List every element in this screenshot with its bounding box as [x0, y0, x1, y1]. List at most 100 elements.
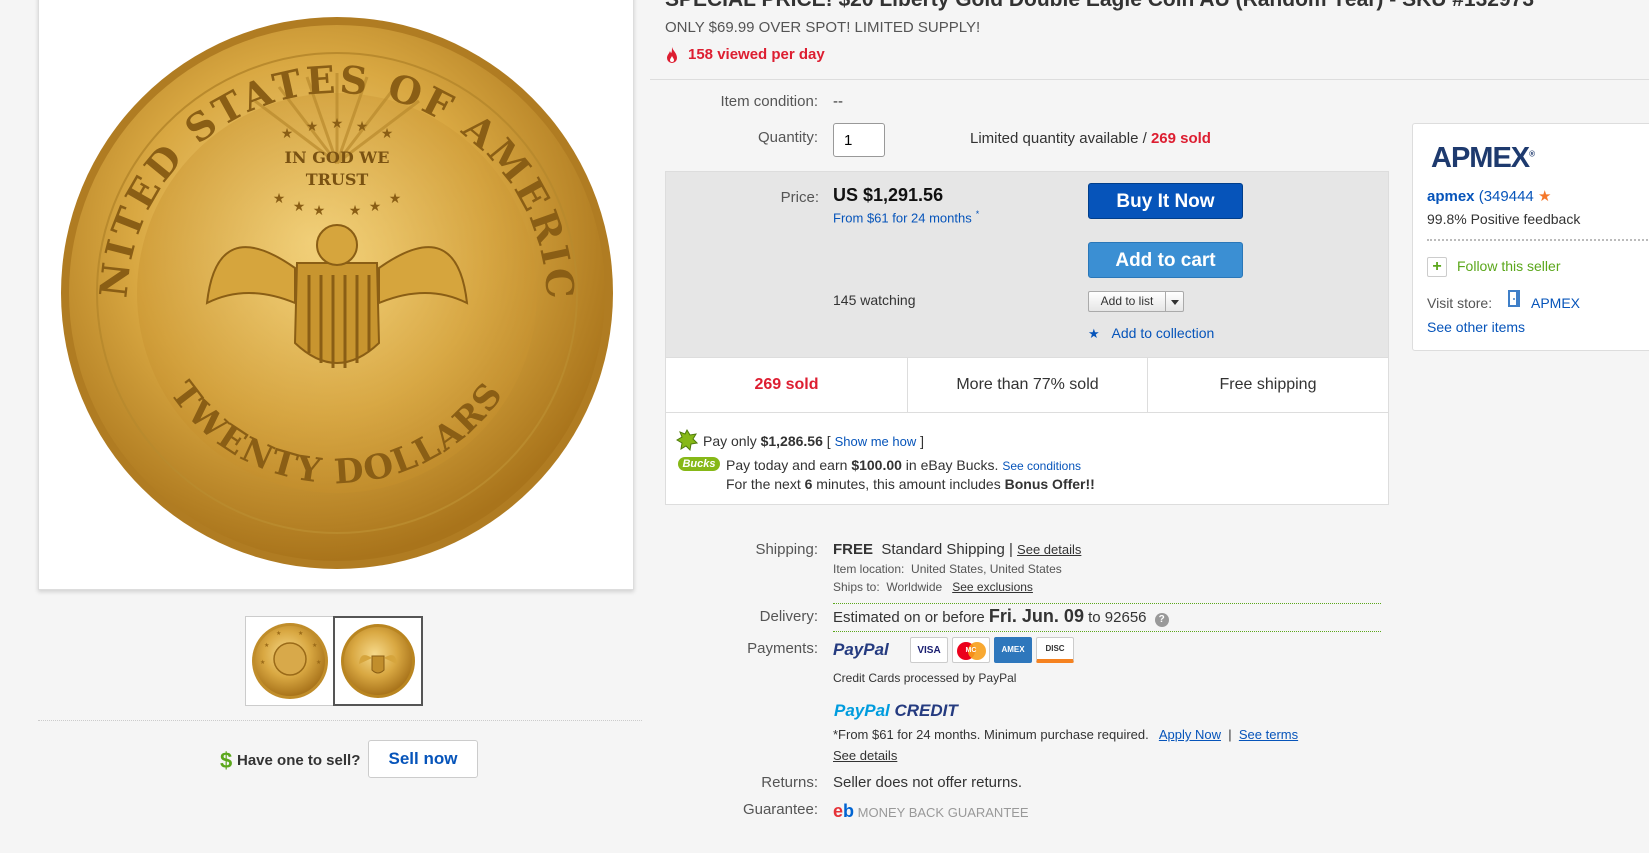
svg-text:★: ★ [260, 659, 265, 666]
ebay-logo-icon: e [833, 801, 844, 821]
pay-only-prefix: Pay only [703, 433, 761, 449]
coin-obverse-thumbnail: ★ ★ ★ ★ ★ ★ [252, 623, 328, 699]
shipping-value: FREE Standard Shipping | See details [833, 541, 1081, 558]
credit-see-details-link[interactable]: See details [833, 748, 897, 763]
thumbnail-obverse[interactable]: ★ ★ ★ ★ ★ ★ [245, 616, 335, 706]
sold-count-link[interactable]: 269 sold [1151, 130, 1211, 147]
paypal-credit-brand-a: PayPal [834, 701, 890, 720]
price-box: Price: US $1,291.56 From $61 for 24 mont… [665, 171, 1389, 505]
svg-text:★: ★ [369, 199, 382, 215]
next-middle: minutes, this amount includes [812, 476, 1005, 492]
delivery-zip: to 92656 [1083, 609, 1147, 626]
next-prefix: For the next [726, 476, 805, 492]
help-icon[interactable]: ? [1154, 613, 1169, 627]
add-to-collection-link[interactable]: ★ Add to collection [1088, 325, 1214, 342]
svg-text:★: ★ [316, 659, 321, 666]
chevron-down-icon[interactable] [1165, 292, 1183, 311]
bracket-close: ] [916, 433, 924, 449]
bucks-leaf-icon [676, 428, 698, 452]
price-amount: US $1,291.56 [833, 185, 944, 205]
buy-it-now-button[interactable]: Buy It Now [1088, 183, 1243, 219]
location-label: Item location: [833, 562, 905, 576]
visit-store-label: Visit store: [1427, 295, 1493, 311]
viewed-text: 158 viewed per day [688, 46, 825, 63]
condition-label: Item condition: [720, 93, 818, 110]
see-other-items-link[interactable]: See other items [1427, 319, 1525, 335]
payments-label: Payments: [747, 640, 818, 657]
seller-name-link[interactable]: apmex [1427, 188, 1475, 205]
availability-text: Limited quantity available / 269 sold [970, 130, 1211, 147]
paypal-credit-brand-b: CREDIT [894, 701, 958, 720]
availability-label: Limited quantity available / [970, 130, 1151, 147]
svg-text:★: ★ [313, 203, 326, 219]
financing-link[interactable]: From $61 for 24 months * [833, 209, 979, 225]
svg-text:★: ★ [331, 116, 344, 132]
store-name-link[interactable]: APMEX [1531, 295, 1580, 311]
amex-card-icon: AMEX [994, 637, 1032, 663]
svg-text:★: ★ [389, 191, 402, 207]
price-label: Price: [780, 189, 819, 206]
ebay-bucks-badge: Bucks [678, 457, 720, 471]
see-conditions-link[interactable]: See conditions [1002, 459, 1081, 473]
bonus-offer: Bonus Offer!! [1004, 476, 1095, 492]
earn-amount: $100.00 [851, 457, 902, 473]
returns-label: Returns: [761, 774, 818, 791]
feedback-count-link[interactable]: (349444 [1479, 188, 1534, 205]
show-me-how-link[interactable]: Show me how [835, 434, 917, 449]
sell-now-button[interactable]: Sell now [368, 740, 478, 778]
location-value: United States, United States [911, 562, 1062, 576]
stat-free-shipping: Free shipping [1148, 357, 1388, 412]
discover-card-icon: DISC [1036, 637, 1074, 663]
paypal-credit-logo: PayPal CREDIT [834, 701, 958, 721]
item-subtitle: ONLY $69.99 OVER SPOT! LIMITED SUPPLY! [665, 19, 981, 36]
svg-text:★: ★ [356, 119, 369, 135]
ebay-logo-b-icon: b [843, 801, 855, 821]
quantity-input[interactable] [833, 123, 885, 157]
shipping-free: FREE [833, 541, 874, 558]
svg-text:★: ★ [264, 642, 269, 649]
delivery-label: Delivery: [759, 608, 818, 625]
main-image-panel[interactable]: ★★★★★ ★★★★★★ IN GOD WE TRUST UNITED STAT… [38, 0, 634, 590]
paypal-logo: PayPal [833, 640, 889, 659]
image-divider [38, 720, 642, 721]
see-terms-link[interactable]: See terms [1239, 727, 1298, 742]
follow-plus-icon[interactable]: + [1427, 257, 1447, 277]
svg-text:★: ★ [276, 630, 281, 637]
shipping-method: Standard Shipping [881, 541, 1005, 558]
follow-seller-link[interactable]: Follow this seller [1457, 258, 1560, 274]
financing-text: From $61 for 24 months [833, 210, 972, 226]
shipping-label: Shipping: [755, 541, 818, 558]
price-panel: Price: US $1,291.56 From $61 for 24 mont… [666, 172, 1388, 357]
svg-text:TRUST: TRUST [306, 170, 369, 189]
add-to-list-button[interactable]: Add to list [1088, 291, 1184, 312]
watching-count: 145 watching [833, 292, 916, 308]
guarantee-value: MONEY BACK GUARANTEE [857, 805, 1029, 820]
thumbnail-reverse[interactable] [333, 616, 423, 706]
stat-sold: 269 sold [666, 357, 908, 412]
seller-logo[interactable]: APMEX® [1431, 142, 1535, 175]
pay-only-amount: $1,286.56 [760, 433, 823, 449]
returns-value: Seller does not offer returns. [833, 774, 1022, 791]
ships-to: Ships to: Worldwide See exclusions [833, 580, 1033, 594]
fire-icon [667, 47, 677, 63]
shooting-star-icon: ★ [1537, 188, 1552, 205]
apply-now-link[interactable]: Apply Now [1159, 727, 1221, 742]
financing-mark: * [975, 209, 980, 219]
add-to-cart-button[interactable]: Add to cart [1088, 242, 1243, 278]
seller-divider [1427, 239, 1649, 241]
seller-info-box: APMEX® apmex (349444 ★ 99.8% Positive fe… [1412, 123, 1649, 351]
delivery-date: Fri. Jun. 09 [988, 606, 1084, 626]
svg-text:★: ★ [306, 119, 319, 135]
money-back-guarantee: eb MONEY BACK GUARANTEE [833, 801, 1029, 822]
seller-logo-text: APMEX [1431, 142, 1530, 174]
coin-reverse-image[interactable]: ★★★★★ ★★★★★★ IN GOD WE TRUST UNITED STAT… [57, 13, 617, 573]
seller-name-line: apmex (349444 ★ [1427, 187, 1551, 205]
svg-text:★: ★ [273, 191, 286, 207]
stat-percent-sold: More than 77% sold [908, 357, 1148, 412]
title-divider [650, 79, 1649, 80]
earn-suffix: in eBay Bucks. [901, 457, 999, 473]
sell-prompt: Have one to sell? [237, 752, 361, 769]
shipping-see-details-link[interactable]: See details [1017, 542, 1081, 557]
see-exclusions-link[interactable]: See exclusions [952, 580, 1033, 594]
coin-reverse-thumbnail [341, 624, 415, 698]
